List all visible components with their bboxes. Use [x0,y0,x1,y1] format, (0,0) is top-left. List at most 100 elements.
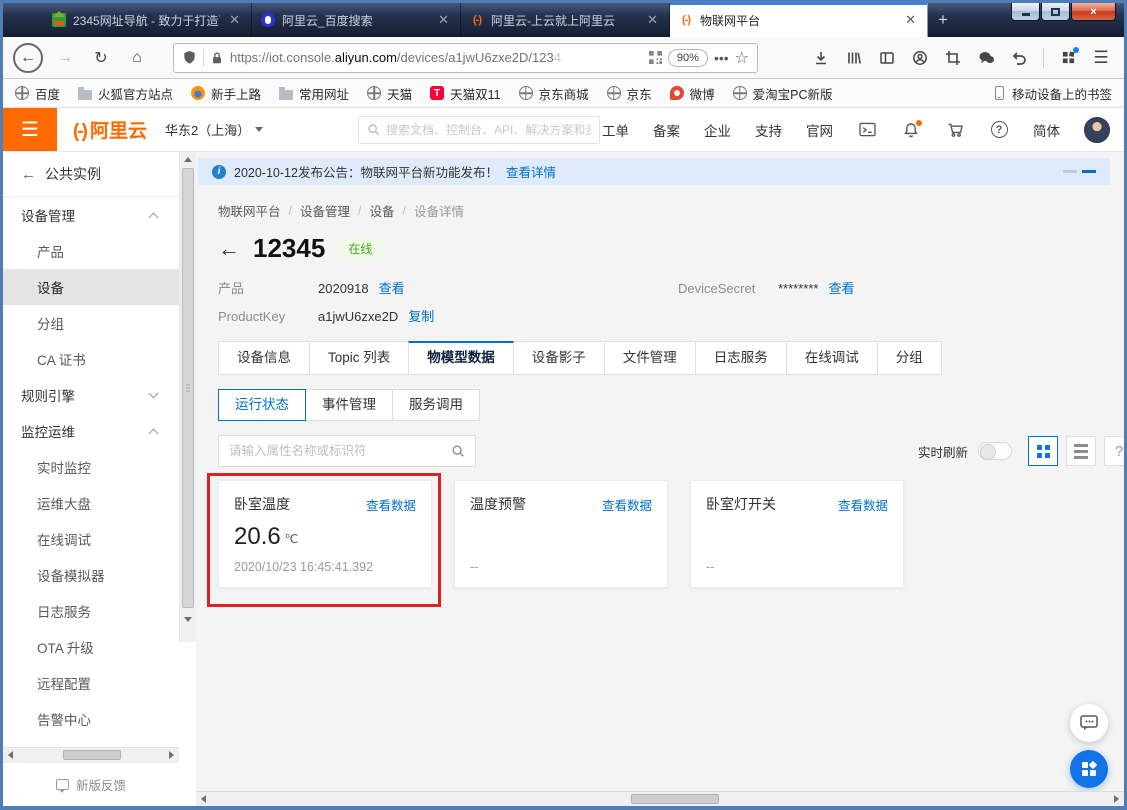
view-secret-link[interactable]: 查看 [828,281,854,296]
back-arrow[interactable]: ← [218,237,240,260]
sidebar-item-groups[interactable]: 分组 [3,305,179,341]
view-product-link[interactable]: 查看 [379,281,405,296]
scroll-right-arrow[interactable] [164,748,179,762]
maximize-button[interactable] [1041,3,1070,21]
sidebar-group-monitoring[interactable]: 监控运维 [3,413,179,449]
bookmark-star-icon[interactable]: ☆ [735,48,749,68]
bookmark-aitaobao[interactable]: 爱淘宝PC新版 [732,84,832,103]
region-selector[interactable]: 华东2（上海） [165,120,264,139]
bookmark-folder-firefox[interactable]: 火狐官方站点 [78,84,173,103]
card-view-button[interactable] [1028,436,1058,466]
sidebar-item-products[interactable]: 产品 [3,233,179,269]
notifications-bell-icon[interactable] [901,119,922,140]
subtab-event-management[interactable]: 事件管理 [305,389,393,421]
minimize-button[interactable] [1011,3,1040,21]
feedback-chat-fab[interactable] [1070,704,1108,742]
realtime-refresh-toggle[interactable] [978,442,1012,460]
bookmark-tmall[interactable]: 天猫 [367,84,412,103]
property-search[interactable] [218,435,476,467]
page-actions-icon[interactable]: ••• [714,50,729,66]
search-icon[interactable] [451,444,465,458]
scroll-right-arrow[interactable] [1109,792,1124,806]
scroll-left-arrow[interactable] [196,792,211,806]
account-icon[interactable] [911,49,929,67]
sidebar-item-ops-dashboard[interactable]: 运维大盘 [3,485,179,521]
nav-icp[interactable]: 备案 [653,120,680,140]
sidebar-vertical-scrollbar[interactable] [179,152,196,642]
tab-topic-list[interactable]: Topic 列表 [309,341,410,375]
tab-online-debug[interactable]: 在线调试 [785,341,878,375]
nav-enterprise[interactable]: 企业 [704,120,731,140]
bookmark-getting-started[interactable]: 新手上路 [191,84,261,103]
reload-button[interactable]: ↻ [87,44,115,72]
tab-file-management[interactable]: 文件管理 [603,341,696,375]
announcement-link[interactable]: 查看详情 [506,162,556,181]
user-avatar[interactable] [1084,116,1110,143]
tab-close-icon[interactable]: ✕ [903,12,918,28]
bookmark-jd-mall[interactable]: 京东商城 [518,84,589,103]
screenshot-icon[interactable] [944,49,962,67]
browser-tab-2345[interactable]: 2345网址导航 - 致力于打造百 ✕ [43,3,252,37]
new-tab-button[interactable]: + [928,3,958,37]
breadcrumb-iot-platform[interactable]: 物联网平台 [218,201,281,220]
nav-tickets[interactable]: 工单 [602,120,629,140]
console-search[interactable] [358,115,600,144]
breadcrumb-devices[interactable]: 设备 [370,201,395,220]
sidebar-item-devices[interactable]: 设备 [3,269,179,305]
property-search-input[interactable] [229,444,443,458]
aliyun-logo[interactable]: (-) 阿里云 [73,116,147,143]
view-data-link[interactable]: 查看数据 [602,495,652,514]
scrollbar-thumb[interactable] [182,168,194,608]
pager-dash[interactable] [1063,170,1077,173]
sidebar-item-alert-center[interactable]: 告警中心 [3,701,179,737]
tab-close-icon[interactable]: ✕ [227,12,242,28]
console-search-input[interactable] [386,122,591,137]
wechat-chat-icon[interactable] [977,49,995,67]
sidebar-item-log-service[interactable]: 日志服务 [3,593,179,629]
cloudshell-icon[interactable] [857,120,877,140]
nav-support[interactable]: 支持 [755,120,782,140]
mobile-bookmarks[interactable]: 移动设备上的书签 [993,84,1112,103]
back-button[interactable]: ← [13,42,43,73]
bookmark-jd[interactable]: 京东 [606,84,652,103]
library-icon[interactable] [845,49,863,67]
list-view-button[interactable] [1066,436,1096,466]
bookmark-folder-common[interactable]: 常用网址 [279,84,349,103]
tab-close-icon[interactable]: ✕ [436,12,451,28]
cart-icon[interactable] [945,120,965,140]
downloads-icon[interactable] [812,49,830,67]
browser-tab-iot-platform[interactable]: (-) 物联网平台 ✕ [670,3,928,37]
sidebar-group-rules-engine[interactable]: 规则引擎 [3,377,179,413]
tracking-shield-icon[interactable] [182,50,197,65]
sidebar-item-ca-cert[interactable]: CA 证书 [3,341,179,377]
product-menu-icon[interactable]: ☰ [3,108,57,151]
scrollbar-thumb[interactable] [631,794,719,804]
bookmark-weibo[interactable]: 微博 [669,84,715,103]
language-selector[interactable]: 简体 [1033,120,1060,140]
undo-session-icon[interactable] [1010,49,1028,67]
browser-tab-baidu-search[interactable]: 阿里云_百度搜索 ✕ [252,3,461,37]
view-data-link[interactable]: 查看数据 [366,495,416,514]
sidebar-item-ota[interactable]: OTA 升级 [3,629,179,665]
feedback-button[interactable]: 新版反馈 [3,762,179,806]
instance-back[interactable]: ← 公共实例 [3,152,179,197]
lock-icon[interactable] [210,51,224,65]
browser-tab-aliyun[interactable]: (-) 阿里云-上云就上阿里云 ✕ [461,3,670,37]
bookmark-baidu[interactable]: 百度 [15,84,60,103]
tab-thing-model-data[interactable]: 物模型数据 [408,341,514,375]
tab-groups[interactable]: 分组 [876,341,942,375]
zoom-level-badge[interactable]: 90% [667,48,708,67]
sidebar-horizontal-scrollbar[interactable] [3,747,179,762]
scroll-down-arrow[interactable] [180,612,196,627]
quick-apps-fab[interactable] [1070,750,1108,788]
subtab-service-invocation[interactable]: 服务调用 [392,389,480,421]
sidebar-item-realtime-monitor[interactable]: 实时监控 [3,449,179,485]
copy-productkey-link[interactable]: 复制 [408,309,434,324]
nav-official-site[interactable]: 官网 [806,120,833,140]
sidebars-icon[interactable] [878,49,896,67]
scroll-left-arrow[interactable] [3,748,18,762]
tab-device-info[interactable]: 设备信息 [218,341,310,375]
scroll-up-arrow[interactable] [180,152,196,167]
subtab-running-status[interactable]: 运行状态 [218,389,306,421]
scrollbar-thumb[interactable] [63,750,121,760]
